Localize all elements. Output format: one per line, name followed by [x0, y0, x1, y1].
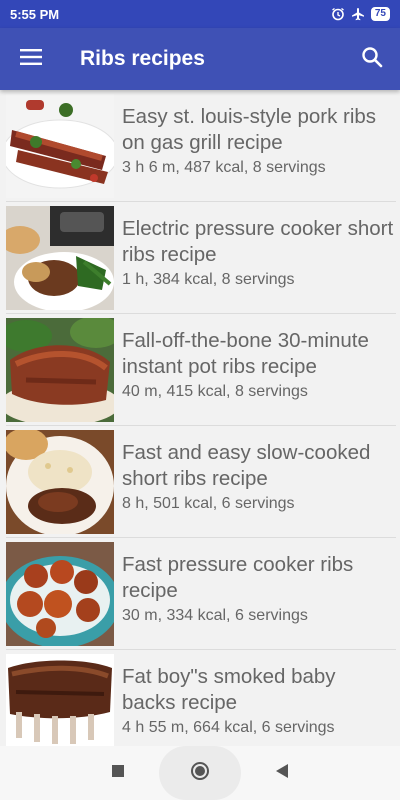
recipe-item[interactable]: Fast pressure cooker ribs recipe 30 m, 3…	[0, 538, 400, 650]
recipe-text: Fast pressure cooker ribs recipe 30 m, 3…	[114, 538, 400, 627]
battery-indicator: 75	[370, 7, 390, 21]
recipe-item[interactable]: Fall-off-the-bone 30-minute instant pot …	[0, 314, 400, 426]
hamburger-menu-icon	[20, 48, 42, 71]
recipe-text: Fast and easy slow-cooked short ribs rec…	[114, 426, 400, 515]
recipe-text: Fall-off-the-bone 30-minute instant pot …	[114, 314, 400, 403]
system-navigation-bar	[0, 746, 400, 800]
alarm-icon	[331, 7, 345, 21]
search-button[interactable]	[344, 28, 400, 90]
recipe-thumbnail	[6, 206, 114, 310]
recipe-meta: 4 h 55 m, 664 kcal, 6 servings	[122, 719, 335, 736]
search-icon	[361, 46, 383, 73]
recipe-item[interactable]: Electric pressure cooker short ribs reci…	[0, 202, 400, 314]
recipe-list[interactable]: Easy st. louis-style pork ribs on gas gr…	[0, 90, 400, 746]
recipe-meta: 30 m, 334 kcal, 6 servings	[122, 607, 308, 624]
recipe-text: Fat boy"s smoked baby backs recipe 4 h 5…	[114, 650, 400, 739]
menu-button[interactable]	[0, 28, 62, 90]
back-button[interactable]	[241, 746, 323, 800]
recipe-meta: 8 h, 501 kcal, 6 servings	[122, 495, 295, 512]
recipe-item[interactable]: Easy st. louis-style pork ribs on gas gr…	[0, 90, 400, 202]
status-bar: 5:55 PM 75	[0, 0, 400, 28]
status-icons: 75	[331, 7, 390, 21]
recipe-title: Electric pressure cooker short ribs reci…	[122, 217, 394, 266]
recipe-meta: 3 h 6 m, 487 kcal, 8 servings	[122, 159, 326, 176]
recipe-thumbnail	[6, 430, 114, 534]
recipe-thumbnail	[6, 542, 114, 646]
recipe-title: Fast pressure cooker ribs recipe	[122, 553, 354, 602]
airplane-mode-icon	[351, 7, 365, 21]
recipe-item[interactable]: Fat boy"s smoked baby backs recipe 4 h 5…	[0, 650, 400, 746]
recipe-title: Fat boy"s smoked baby backs recipe	[122, 665, 336, 714]
recipe-thumbnail	[6, 318, 114, 422]
recipe-title: Easy st. louis-style pork ribs on gas gr…	[122, 105, 377, 154]
back-triangle-icon	[275, 763, 289, 784]
circle-icon	[190, 761, 210, 786]
home-button[interactable]	[159, 746, 241, 800]
recents-button[interactable]	[77, 746, 159, 800]
recipe-text: Electric pressure cooker short ribs reci…	[114, 202, 400, 291]
recipe-thumbnail	[6, 654, 114, 746]
square-icon	[111, 764, 125, 783]
recipe-item[interactable]: Fast and easy slow-cooked short ribs rec…	[0, 426, 400, 538]
recipe-title: Fall-off-the-bone 30-minute instant pot …	[122, 329, 369, 378]
recipe-thumbnail	[6, 94, 114, 198]
recipe-meta: 1 h, 384 kcal, 8 servings	[122, 271, 295, 288]
status-time: 5:55 PM	[10, 6, 60, 22]
recipe-meta: 40 m, 415 kcal, 8 servings	[122, 383, 308, 400]
page-title: Ribs recipes	[80, 47, 205, 70]
recipe-title: Fast and easy slow-cooked short ribs rec…	[122, 441, 371, 490]
app-bar: Ribs recipes	[0, 28, 400, 90]
recipe-text: Easy st. louis-style pork ribs on gas gr…	[114, 90, 400, 179]
